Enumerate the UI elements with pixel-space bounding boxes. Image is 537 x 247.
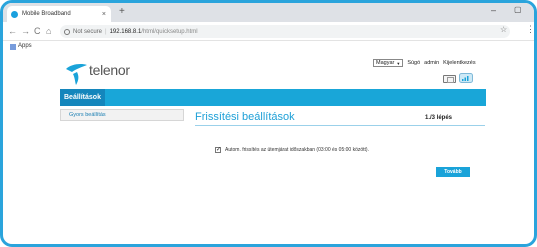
help-link[interactable]: Súgó bbox=[407, 60, 420, 66]
url-path: /html/quicksetup.html bbox=[141, 28, 198, 35]
chevron-down-icon: ▼ bbox=[396, 60, 401, 66]
auto-update-row: Autom. frissítés az ütemjárat időszakban… bbox=[215, 146, 369, 153]
step-indicator: 1./3 lépés bbox=[425, 115, 453, 121]
tab-settings[interactable]: Beállítások bbox=[60, 89, 105, 106]
info-icon[interactable] bbox=[64, 28, 70, 35]
bookmarks-bar: Apps bbox=[3, 42, 534, 53]
browser-menu-icon[interactable]: ⋮ bbox=[526, 24, 534, 35]
apps-bookmark[interactable]: Apps bbox=[18, 43, 32, 49]
tab-strip: Mobile Broadband × + – ▢ bbox=[3, 3, 534, 22]
language-selected: Magyar bbox=[376, 60, 395, 66]
browser-tab[interactable]: Mobile Broadband × bbox=[7, 6, 111, 22]
tab-title: Mobile Broadband bbox=[22, 11, 71, 17]
admin-link[interactable]: admin bbox=[424, 60, 439, 66]
next-button[interactable]: Tovább bbox=[436, 167, 470, 177]
new-tab-icon[interactable]: + bbox=[119, 6, 125, 18]
main-nav-bar: Beállítások bbox=[60, 89, 486, 106]
page-title: Frissítési beállítások bbox=[195, 111, 295, 123]
sidebar-item-quick-setup[interactable]: Gyors beállítás bbox=[60, 109, 184, 121]
language-select[interactable]: Magyar ▼ bbox=[373, 59, 404, 67]
address-bar-row: ← → C ⌂ Not secure | 192.168.8.1 /html/q… bbox=[3, 22, 534, 41]
minimize-icon[interactable]: – bbox=[491, 5, 496, 15]
maximize-icon[interactable]: ▢ bbox=[514, 5, 522, 14]
telenor-logo-text: telenor bbox=[89, 62, 130, 78]
telenor-logo-icon bbox=[66, 64, 87, 85]
reload-icon[interactable]: C bbox=[34, 25, 41, 37]
logout-link[interactable]: Kijelentkezés bbox=[443, 60, 475, 66]
url-input[interactable]: Not secure | 192.168.8.1 /html/quicksetu… bbox=[60, 25, 510, 38]
main-header: Frissítési beállítások 1./3 lépés bbox=[195, 109, 485, 126]
back-icon[interactable]: ← bbox=[8, 25, 17, 37]
home-icon[interactable]: ⌂ bbox=[46, 25, 51, 37]
auto-update-label: Autom. frissítés az ütemjárat időszakban… bbox=[225, 147, 369, 153]
forward-icon[interactable]: → bbox=[21, 25, 30, 37]
main-content: Frissítési beállítások 1./3 lépés Autom.… bbox=[195, 109, 485, 177]
header-links: Magyar ▼ Súgó admin Kijelentkezés bbox=[373, 59, 480, 67]
apps-grid-icon[interactable] bbox=[10, 44, 16, 50]
url-separator: | bbox=[105, 28, 107, 35]
sidebar: Gyors beállítás bbox=[60, 109, 188, 121]
favicon-icon bbox=[11, 10, 18, 18]
signal-status-icon bbox=[459, 73, 473, 83]
bookmark-star-icon[interactable]: ☆ bbox=[500, 25, 507, 34]
tab-close-icon[interactable]: × bbox=[102, 11, 106, 18]
url-host: 192.168.8.1 bbox=[109, 28, 142, 35]
security-label: Not secure bbox=[73, 28, 103, 35]
sim-card-icon bbox=[443, 75, 456, 83]
browser-window: Mobile Broadband × + – ▢ ← → C ⌂ Not sec… bbox=[0, 0, 537, 247]
auto-update-checkbox[interactable] bbox=[215, 146, 221, 153]
